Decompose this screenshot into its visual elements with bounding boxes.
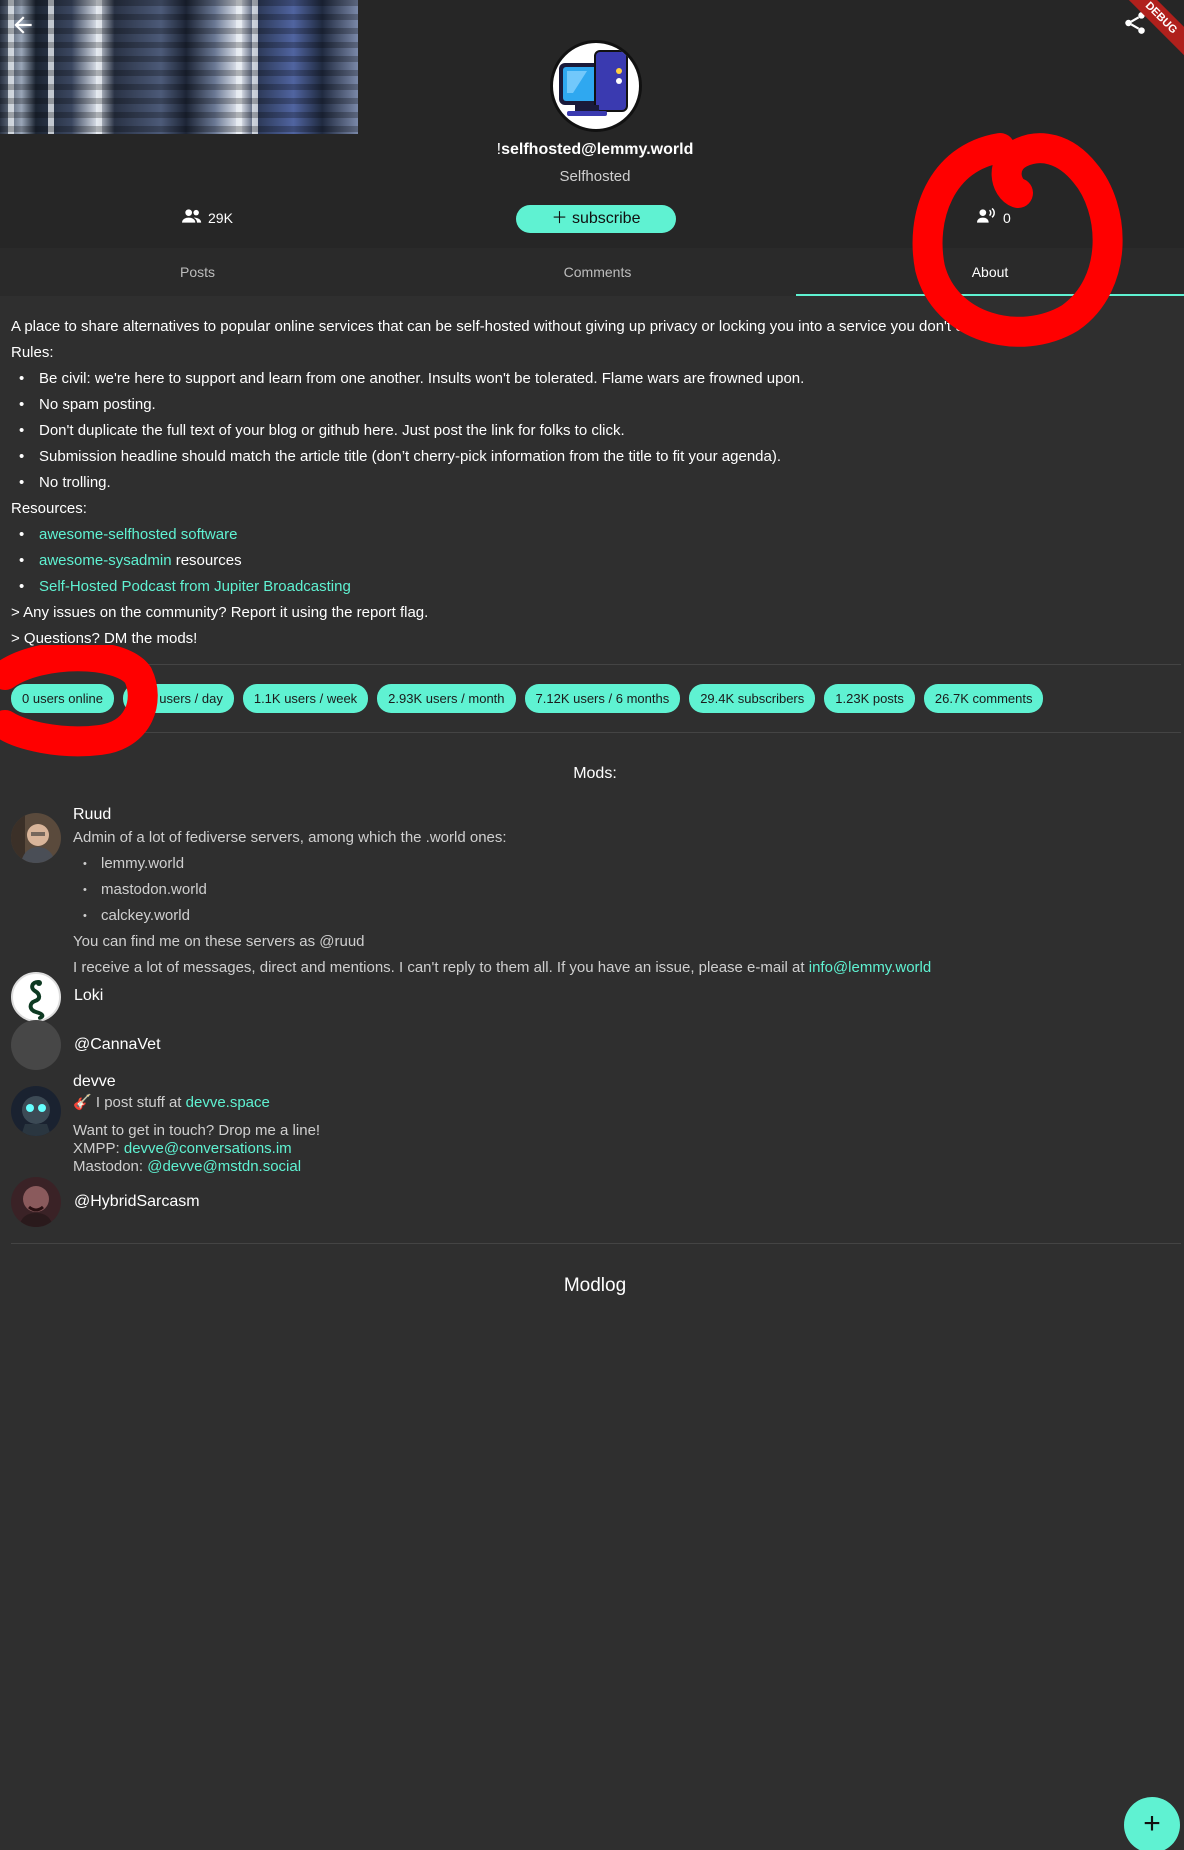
stat-chip-users-online: 0 users online: [11, 684, 114, 713]
mod-name-loki[interactable]: Loki: [74, 987, 103, 1005]
avatar: [11, 1086, 61, 1136]
subscribers-stat: 29K: [182, 208, 233, 227]
mods-heading: Mods:: [573, 765, 617, 782]
footer-line: > Any issues on the community? Report it…: [11, 604, 429, 621]
mod-name-hybridsarcasm[interactable]: @HybridSarcasm: [74, 1193, 200, 1211]
community-banner-image: [0, 0, 358, 134]
guitar-icon: 🎸: [73, 1094, 92, 1111]
resource-item: Self-Hosted Podcast from Jupiter Broadca…: [11, 574, 1181, 600]
mod-bio-line: 🎸 I post stuff at devve.space: [73, 1094, 270, 1111]
resource-item: awesome-selfhosted software: [11, 522, 1181, 548]
community-handle: !selfhosted@lemmy.world: [496, 141, 694, 158]
mod-bio-line: You can find me on these servers as @ruu…: [73, 933, 365, 950]
mod-hybridsarcasm[interactable]: [11, 1177, 61, 1227]
mod-devve[interactable]: devve 🎸 I post stuff at devve.space Want…: [11, 1072, 320, 1176]
community-avatar: [550, 40, 642, 132]
mod-cannavet[interactable]: [11, 1020, 61, 1070]
tab-about[interactable]: About: [796, 248, 1184, 296]
list-item: mastodon.world: [73, 877, 931, 903]
mod-loki[interactable]: [11, 972, 61, 1022]
subscribe-label: subscribe: [571, 210, 641, 227]
tab-posts[interactable]: Posts: [0, 248, 395, 296]
divider: [11, 664, 1181, 665]
mastodon-link[interactable]: @devve@mstdn.social: [147, 1158, 301, 1175]
email-link[interactable]: info@lemmy.world: [809, 959, 931, 976]
mod-bio-line: Mastodon: @devve@mstdn.social: [73, 1158, 302, 1175]
mod-name-cannavet[interactable]: @CannaVet: [74, 1036, 161, 1054]
active-users-count: 0: [1003, 209, 1011, 226]
avatar: [11, 972, 61, 1022]
footer-line: > Questions? DM the mods!: [11, 630, 198, 647]
modlog-heading[interactable]: Modlog: [0, 1275, 1184, 1297]
voice-person-icon: [977, 207, 997, 227]
mod-bio-line: XMPP: devve@conversations.im: [73, 1140, 292, 1157]
mod-name[interactable]: Ruud: [73, 805, 931, 825]
tab-comments[interactable]: Comments: [400, 248, 795, 296]
plus-icon: +: [1143, 1807, 1161, 1840]
community-title: Selfhosted: [559, 168, 631, 185]
list-item: calckey.world: [73, 903, 931, 929]
rule-item: Be civil: we're here to support and lear…: [11, 366, 1181, 392]
list-item: lemmy.world: [73, 851, 931, 877]
stat-chip-users-week: 1.1K users / week: [242, 684, 369, 713]
divider: [11, 732, 1181, 733]
mod-servers-list: lemmy.world mastodon.world calckey.world: [73, 851, 931, 929]
back-arrow-icon[interactable]: [10, 12, 40, 42]
stat-chip-subscribers: 29.4K subscribers: [689, 684, 816, 713]
rules-heading: Rules:: [11, 344, 54, 361]
avatar: [11, 1020, 61, 1070]
rules-list: Be civil: we're here to support and lear…: [11, 366, 1181, 496]
xmpp-link[interactable]: devve@conversations.im: [124, 1140, 292, 1157]
resource-link[interactable]: awesome-selfhosted software: [39, 526, 237, 543]
avatar: [11, 1177, 61, 1227]
stat-chip-comments: 26.7K comments: [923, 684, 1044, 713]
tab-bar: Posts Comments About: [0, 248, 1184, 296]
stat-chip-users-day: 246 users / day: [122, 684, 234, 713]
community-stats: 0 users online 246 users / day 1.1K user…: [11, 684, 1044, 713]
plus-icon: ＋: [551, 210, 568, 227]
resource-link[interactable]: awesome-sysadmin: [39, 552, 172, 569]
avatar: [11, 813, 61, 863]
mod-ruud[interactable]: Ruud Admin of a lot of fediverse servers…: [11, 805, 931, 981]
about-description: A place to share alternatives to popular…: [11, 314, 1181, 652]
mod-bio-line: Want to get in touch? Drop me a line!: [73, 1122, 321, 1139]
rule-item: No trolling.: [11, 470, 1181, 496]
subscribers-count: 29K: [208, 209, 233, 226]
resource-link[interactable]: Self-Hosted Podcast from Jupiter Broadca…: [39, 578, 351, 595]
people-icon: [182, 208, 202, 227]
mod-bio-intro: Admin of a lot of fediverse servers, amo…: [73, 829, 507, 846]
subscribe-button[interactable]: ＋ subscribe: [516, 205, 676, 233]
add-post-button[interactable]: +: [1124, 1797, 1180, 1850]
stat-chip-users-month: 2.93K users / month: [377, 684, 516, 713]
mod-bio-line: I receive a lot of messages, direct and …: [73, 959, 932, 976]
mod-name[interactable]: devve: [73, 1072, 320, 1092]
resources-list: awesome-selfhosted software awesome-sysa…: [11, 522, 1181, 600]
rule-item: No spam posting.: [11, 392, 1181, 418]
stat-chip-posts: 1.23K posts: [824, 684, 915, 713]
resources-heading: Resources:: [11, 500, 87, 517]
about-intro: A place to share alternatives to popular…: [11, 318, 1005, 335]
website-link[interactable]: devve.space: [186, 1094, 270, 1111]
stat-chip-users-6-months: 7.12K users / 6 months: [524, 684, 681, 713]
rule-item: Don't duplicate the full text of your bl…: [11, 418, 1181, 444]
rule-item: Submission headline should match the art…: [11, 444, 1181, 470]
community-header: DEBUG !selfhosted@lemmy.world Selfhosted…: [0, 0, 1184, 248]
divider: [11, 1243, 1181, 1244]
resource-item: awesome-sysadmin resources: [11, 548, 1181, 574]
active-users-stat: 0: [977, 207, 1011, 227]
